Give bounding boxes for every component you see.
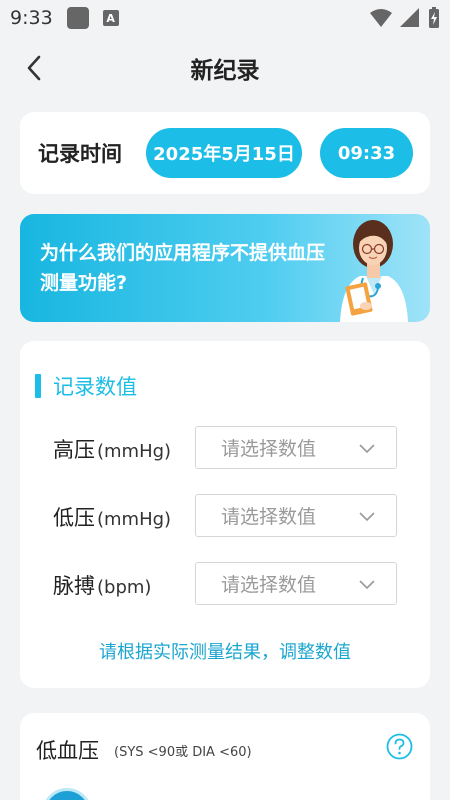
pulse-label-text: 脉搏 — [53, 574, 95, 598]
diastolic-select[interactable]: 请选择数值 — [195, 494, 397, 537]
signal-icon — [400, 8, 419, 27]
page-title: 新纪录 — [190, 58, 260, 84]
chevron-left-icon — [27, 55, 41, 81]
pulse-label: 脉搏 (bpm) — [53, 570, 151, 600]
pulse-unit: (bpm) — [97, 577, 152, 598]
record-time-label: 记录时间 — [38, 142, 122, 166]
systolic-label-text: 高压 — [53, 438, 95, 462]
bp-category-indicator — [42, 788, 92, 800]
chevron-down-icon — [359, 580, 375, 590]
doctor-illustration — [340, 220, 408, 322]
bp-category-criteria: (SYS <90或 DIA <60) — [114, 745, 252, 760]
adjust-hint: 请根据实际测量结果，调整数值 — [99, 642, 351, 663]
back-button[interactable] — [18, 52, 50, 84]
time-picker-button[interactable]: 09:33 — [320, 128, 413, 178]
keyboard-notification-icon: A — [102, 10, 119, 26]
record-values-card: 记录数值 高压 (mmHg) 请选择数值 低压 (mmHg) 请选择数值 脉搏 (bp… — [20, 341, 430, 688]
status-time: 9:33 — [10, 7, 53, 29]
chevron-down-icon — [359, 444, 375, 454]
diastolic-label-text: 低压 — [53, 506, 95, 530]
diastolic-unit: (mmHg) — [97, 509, 172, 530]
record-time-card: 记录时间 2025年5月15日 09:33 — [20, 112, 430, 194]
systolic-unit: (mmHg) — [97, 441, 172, 462]
diastolic-row: 低压 (mmHg) 请选择数值 — [20, 494, 430, 538]
systolic-placeholder: 请选择数值 — [221, 438, 317, 460]
status-bar: 9:33 A — [0, 0, 450, 36]
chevron-down-icon — [359, 512, 375, 522]
diastolic-label: 低压 (mmHg) — [53, 502, 171, 532]
systolic-row: 高压 (mmHg) 请选择数值 — [20, 426, 430, 470]
info-banner[interactable]: 为什么我们的应用程序不提供血压测量功能? — [20, 214, 430, 322]
bp-category-card: 低血压 (SYS <90或 DIA <60) — [20, 713, 430, 800]
app-notification-icon — [66, 7, 89, 29]
help-icon[interactable] — [386, 733, 413, 760]
date-picker-button[interactable]: 2025年5月15日 — [146, 128, 302, 178]
banner-text: 为什么我们的应用程序不提供血压测量功能? — [40, 242, 326, 294]
section-accent-bar — [35, 374, 41, 398]
systolic-select[interactable]: 请选择数值 — [195, 426, 397, 469]
systolic-label: 高压 (mmHg) — [53, 434, 171, 464]
section-title: 记录数值 — [53, 375, 137, 399]
wifi-icon — [370, 9, 392, 27]
battery-charging-icon — [429, 7, 439, 28]
nav-bar: 新纪录 — [0, 40, 450, 96]
section-header: 记录数值 — [35, 371, 137, 401]
pulse-placeholder: 请选择数值 — [221, 574, 317, 596]
diastolic-placeholder: 请选择数值 — [221, 506, 317, 528]
bp-category-title: 低血压 — [36, 739, 99, 763]
pulse-select[interactable]: 请选择数值 — [195, 562, 397, 605]
pulse-row: 脉搏 (bpm) 请选择数值 — [20, 562, 430, 606]
